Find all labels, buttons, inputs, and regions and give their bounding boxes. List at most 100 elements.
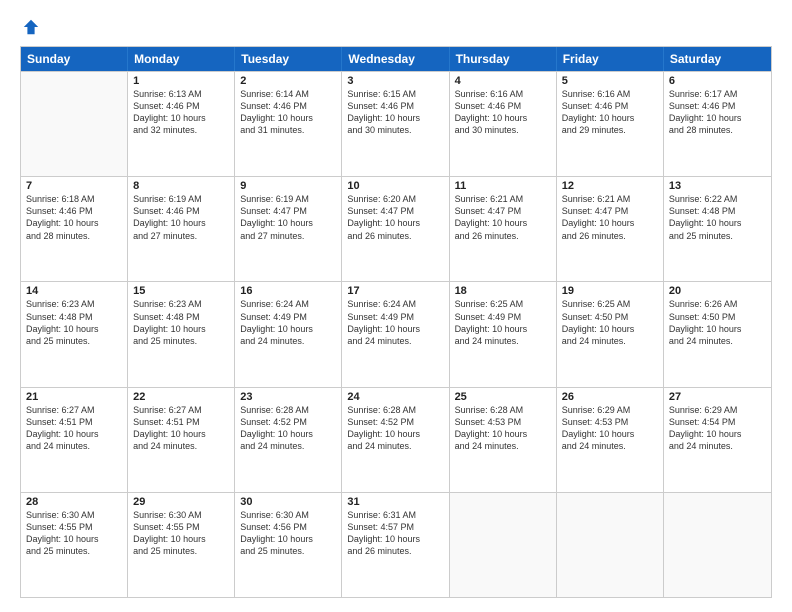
day-number: 2	[240, 75, 336, 87]
day-number: 8	[133, 180, 229, 192]
day-info: Sunrise: 6:20 AM Sunset: 4:47 PM Dayligh…	[347, 193, 443, 242]
cal-cell: 17Sunrise: 6:24 AM Sunset: 4:49 PM Dayli…	[342, 282, 449, 386]
day-number: 16	[240, 285, 336, 297]
day-info: Sunrise: 6:28 AM Sunset: 4:52 PM Dayligh…	[240, 404, 336, 453]
cal-header-friday: Friday	[557, 47, 664, 71]
cal-week-2: 7Sunrise: 6:18 AM Sunset: 4:46 PM Daylig…	[21, 176, 771, 281]
cal-cell: 19Sunrise: 6:25 AM Sunset: 4:50 PM Dayli…	[557, 282, 664, 386]
cal-cell: 20Sunrise: 6:26 AM Sunset: 4:50 PM Dayli…	[664, 282, 771, 386]
day-info: Sunrise: 6:29 AM Sunset: 4:54 PM Dayligh…	[669, 404, 766, 453]
cal-cell: 15Sunrise: 6:23 AM Sunset: 4:48 PM Dayli…	[128, 282, 235, 386]
day-number: 26	[562, 391, 658, 403]
cal-cell: 23Sunrise: 6:28 AM Sunset: 4:52 PM Dayli…	[235, 388, 342, 492]
cal-cell: 5Sunrise: 6:16 AM Sunset: 4:46 PM Daylig…	[557, 72, 664, 176]
day-number: 7	[26, 180, 122, 192]
day-info: Sunrise: 6:30 AM Sunset: 4:56 PM Dayligh…	[240, 509, 336, 558]
day-info: Sunrise: 6:15 AM Sunset: 4:46 PM Dayligh…	[347, 88, 443, 137]
logo-icon	[22, 18, 40, 36]
cal-cell: 6Sunrise: 6:17 AM Sunset: 4:46 PM Daylig…	[664, 72, 771, 176]
day-number: 15	[133, 285, 229, 297]
day-number: 9	[240, 180, 336, 192]
cal-cell: 10Sunrise: 6:20 AM Sunset: 4:47 PM Dayli…	[342, 177, 449, 281]
day-number: 3	[347, 75, 443, 87]
cal-cell: 2Sunrise: 6:14 AM Sunset: 4:46 PM Daylig…	[235, 72, 342, 176]
day-info: Sunrise: 6:25 AM Sunset: 4:50 PM Dayligh…	[562, 298, 658, 347]
day-number: 30	[240, 496, 336, 508]
day-info: Sunrise: 6:24 AM Sunset: 4:49 PM Dayligh…	[347, 298, 443, 347]
day-info: Sunrise: 6:17 AM Sunset: 4:46 PM Dayligh…	[669, 88, 766, 137]
cal-cell: 4Sunrise: 6:16 AM Sunset: 4:46 PM Daylig…	[450, 72, 557, 176]
cal-week-5: 28Sunrise: 6:30 AM Sunset: 4:55 PM Dayli…	[21, 492, 771, 597]
day-number: 12	[562, 180, 658, 192]
day-info: Sunrise: 6:26 AM Sunset: 4:50 PM Dayligh…	[669, 298, 766, 347]
day-number: 25	[455, 391, 551, 403]
day-number: 19	[562, 285, 658, 297]
day-number: 5	[562, 75, 658, 87]
day-info: Sunrise: 6:25 AM Sunset: 4:49 PM Dayligh…	[455, 298, 551, 347]
day-info: Sunrise: 6:28 AM Sunset: 4:53 PM Dayligh…	[455, 404, 551, 453]
day-info: Sunrise: 6:27 AM Sunset: 4:51 PM Dayligh…	[133, 404, 229, 453]
day-number: 10	[347, 180, 443, 192]
cal-cell	[21, 72, 128, 176]
cal-cell	[450, 493, 557, 597]
day-info: Sunrise: 6:21 AM Sunset: 4:47 PM Dayligh…	[562, 193, 658, 242]
cal-cell: 11Sunrise: 6:21 AM Sunset: 4:47 PM Dayli…	[450, 177, 557, 281]
day-info: Sunrise: 6:30 AM Sunset: 4:55 PM Dayligh…	[26, 509, 122, 558]
cal-cell: 13Sunrise: 6:22 AM Sunset: 4:48 PM Dayli…	[664, 177, 771, 281]
cal-cell: 8Sunrise: 6:19 AM Sunset: 4:46 PM Daylig…	[128, 177, 235, 281]
day-info: Sunrise: 6:13 AM Sunset: 4:46 PM Dayligh…	[133, 88, 229, 137]
cal-cell: 22Sunrise: 6:27 AM Sunset: 4:51 PM Dayli…	[128, 388, 235, 492]
day-number: 28	[26, 496, 122, 508]
cal-header-wednesday: Wednesday	[342, 47, 449, 71]
day-info: Sunrise: 6:16 AM Sunset: 4:46 PM Dayligh…	[455, 88, 551, 137]
cal-cell: 24Sunrise: 6:28 AM Sunset: 4:52 PM Dayli…	[342, 388, 449, 492]
cal-week-4: 21Sunrise: 6:27 AM Sunset: 4:51 PM Dayli…	[21, 387, 771, 492]
cal-cell: 14Sunrise: 6:23 AM Sunset: 4:48 PM Dayli…	[21, 282, 128, 386]
cal-header-thursday: Thursday	[450, 47, 557, 71]
cal-cell: 1Sunrise: 6:13 AM Sunset: 4:46 PM Daylig…	[128, 72, 235, 176]
day-number: 20	[669, 285, 766, 297]
day-info: Sunrise: 6:27 AM Sunset: 4:51 PM Dayligh…	[26, 404, 122, 453]
cal-cell: 30Sunrise: 6:30 AM Sunset: 4:56 PM Dayli…	[235, 493, 342, 597]
cal-header-sunday: Sunday	[21, 47, 128, 71]
day-info: Sunrise: 6:24 AM Sunset: 4:49 PM Dayligh…	[240, 298, 336, 347]
day-number: 24	[347, 391, 443, 403]
page: SundayMondayTuesdayWednesdayThursdayFrid…	[0, 0, 792, 612]
cal-cell: 25Sunrise: 6:28 AM Sunset: 4:53 PM Dayli…	[450, 388, 557, 492]
cal-cell: 21Sunrise: 6:27 AM Sunset: 4:51 PM Dayli…	[21, 388, 128, 492]
cal-header-saturday: Saturday	[664, 47, 771, 71]
day-info: Sunrise: 6:29 AM Sunset: 4:53 PM Dayligh…	[562, 404, 658, 453]
cal-cell: 31Sunrise: 6:31 AM Sunset: 4:57 PM Dayli…	[342, 493, 449, 597]
calendar: SundayMondayTuesdayWednesdayThursdayFrid…	[20, 46, 772, 598]
day-info: Sunrise: 6:31 AM Sunset: 4:57 PM Dayligh…	[347, 509, 443, 558]
cal-cell: 7Sunrise: 6:18 AM Sunset: 4:46 PM Daylig…	[21, 177, 128, 281]
day-info: Sunrise: 6:30 AM Sunset: 4:55 PM Dayligh…	[133, 509, 229, 558]
day-info: Sunrise: 6:18 AM Sunset: 4:46 PM Dayligh…	[26, 193, 122, 242]
header	[20, 18, 772, 36]
cal-cell: 9Sunrise: 6:19 AM Sunset: 4:47 PM Daylig…	[235, 177, 342, 281]
day-number: 13	[669, 180, 766, 192]
day-info: Sunrise: 6:22 AM Sunset: 4:48 PM Dayligh…	[669, 193, 766, 242]
cal-cell: 27Sunrise: 6:29 AM Sunset: 4:54 PM Dayli…	[664, 388, 771, 492]
cal-cell: 18Sunrise: 6:25 AM Sunset: 4:49 PM Dayli…	[450, 282, 557, 386]
cal-cell: 3Sunrise: 6:15 AM Sunset: 4:46 PM Daylig…	[342, 72, 449, 176]
day-info: Sunrise: 6:16 AM Sunset: 4:46 PM Dayligh…	[562, 88, 658, 137]
calendar-header: SundayMondayTuesdayWednesdayThursdayFrid…	[21, 47, 771, 71]
day-info: Sunrise: 6:28 AM Sunset: 4:52 PM Dayligh…	[347, 404, 443, 453]
cal-cell: 16Sunrise: 6:24 AM Sunset: 4:49 PM Dayli…	[235, 282, 342, 386]
day-number: 14	[26, 285, 122, 297]
day-number: 4	[455, 75, 551, 87]
cal-week-3: 14Sunrise: 6:23 AM Sunset: 4:48 PM Dayli…	[21, 281, 771, 386]
cal-cell: 12Sunrise: 6:21 AM Sunset: 4:47 PM Dayli…	[557, 177, 664, 281]
day-number: 6	[669, 75, 766, 87]
day-number: 31	[347, 496, 443, 508]
day-number: 21	[26, 391, 122, 403]
day-info: Sunrise: 6:14 AM Sunset: 4:46 PM Dayligh…	[240, 88, 336, 137]
day-number: 22	[133, 391, 229, 403]
day-number: 11	[455, 180, 551, 192]
day-number: 27	[669, 391, 766, 403]
day-number: 18	[455, 285, 551, 297]
day-info: Sunrise: 6:21 AM Sunset: 4:47 PM Dayligh…	[455, 193, 551, 242]
cal-cell: 28Sunrise: 6:30 AM Sunset: 4:55 PM Dayli…	[21, 493, 128, 597]
day-info: Sunrise: 6:23 AM Sunset: 4:48 PM Dayligh…	[26, 298, 122, 347]
